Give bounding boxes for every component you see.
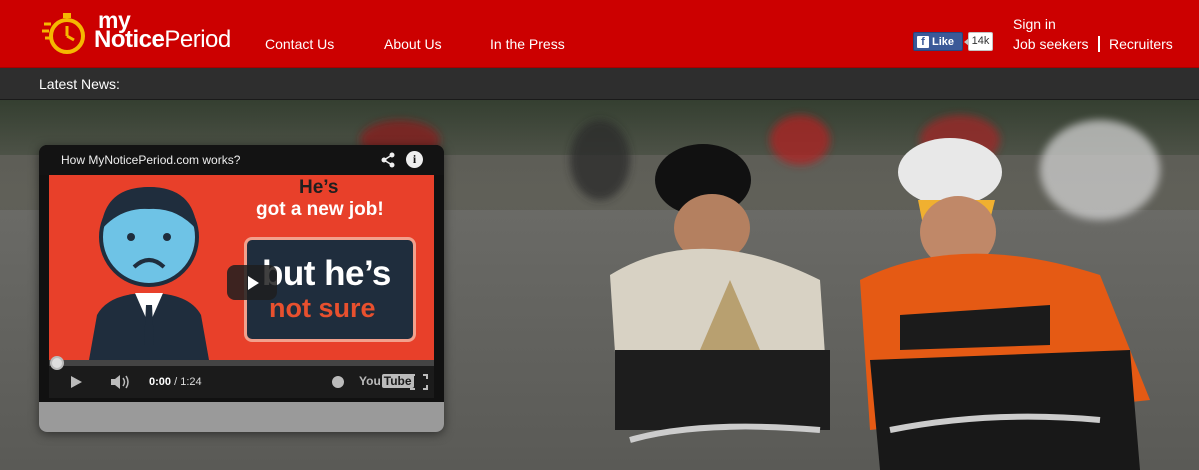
video-title-bar: How MyNoticePeriod.com works? i (39, 145, 444, 175)
recruiters-link[interactable]: Recruiters (1109, 36, 1173, 52)
video-title[interactable]: How MyNoticePeriod.com works? (61, 153, 240, 167)
video-progress-bar[interactable] (49, 356, 434, 370)
video-time-current: 0:00 (149, 376, 172, 388)
video-player[interactable]: How MyNoticePeriod.com works? i He’s got… (39, 145, 444, 432)
facebook-like-button[interactable]: f Like (913, 32, 963, 51)
video-frame-callout-line1: but he’s (262, 254, 391, 293)
video-frame-heading: He’s (299, 177, 339, 198)
latest-news-label: Latest News: (39, 76, 120, 92)
sad-man-illustration (89, 187, 209, 360)
stopwatch-icon (42, 13, 85, 54)
video-frame-callout-line2: not sure (269, 293, 376, 323)
site-header: my NoticePeriod Contact Us About Us In t… (0, 0, 1199, 68)
logo-notice: Notice (94, 26, 165, 53)
share-icon[interactable] (380, 152, 396, 168)
play-icon[interactable] (71, 376, 82, 388)
video-card-footer (39, 402, 444, 432)
facebook-like-count: 14k (964, 32, 993, 51)
account-divider (1098, 36, 1100, 52)
logo-period: Period (164, 26, 231, 53)
youtube-logo-tube: Tube (381, 374, 414, 388)
logo-wordmark: NoticePeriod (94, 26, 231, 54)
youtube-logo[interactable]: You Tube (359, 374, 414, 388)
info-icon[interactable]: i (406, 151, 423, 168)
video-time: 0:00 / 1:24 (149, 376, 202, 388)
job-seekers-link[interactable]: Job seekers (1013, 36, 1088, 52)
sign-in-link[interactable]: Sign in (1013, 16, 1056, 32)
youtube-logo-you: You (359, 374, 381, 388)
video-frame-subheading: got a new job! (256, 199, 384, 220)
latest-news-bar: Latest News: (0, 68, 1199, 100)
facebook-like-label: Like (932, 35, 955, 48)
watch-later-icon[interactable] (332, 376, 344, 388)
play-button-overlay[interactable] (227, 265, 277, 300)
fullscreen-icon[interactable] (410, 374, 428, 390)
video-thumbnail[interactable]: He’s got a new job! but he’s not sure (49, 175, 434, 360)
nav-contact-us[interactable]: Contact Us (265, 36, 334, 52)
logo[interactable]: my NoticePeriod (42, 7, 232, 56)
facebook-icon: f (917, 35, 929, 48)
nav-about-us[interactable]: About Us (384, 36, 442, 52)
volume-icon[interactable] (110, 374, 132, 390)
video-progress-knob[interactable] (50, 356, 64, 370)
video-controls: 0:00 / 1:24 You Tube (49, 356, 434, 398)
video-time-total: / 1:24 (171, 376, 202, 388)
nav-in-the-press[interactable]: In the Press (490, 36, 565, 52)
